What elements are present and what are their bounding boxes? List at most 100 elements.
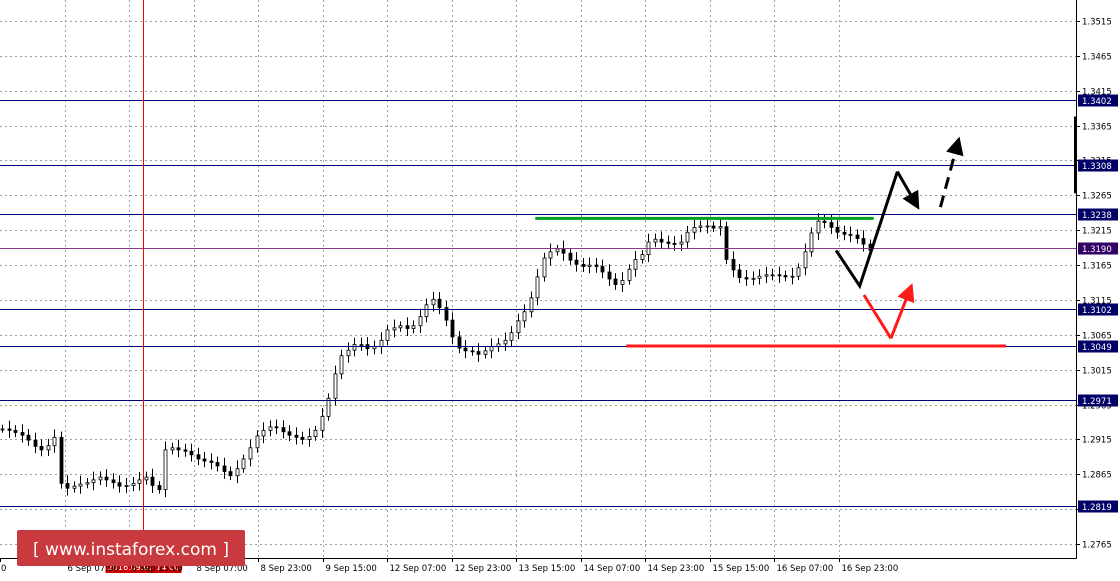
candle-body xyxy=(450,319,455,338)
candle-body xyxy=(137,479,142,484)
candle-body xyxy=(790,275,795,278)
y-tick-label: 1.2865 xyxy=(1082,471,1112,481)
y-tick-label: 1.3165 xyxy=(1082,262,1112,272)
candle-body xyxy=(65,482,70,489)
candles xyxy=(0,213,873,498)
candle-body xyxy=(835,226,840,233)
candle-body xyxy=(770,274,775,277)
candle-body xyxy=(744,277,749,280)
candle-body xyxy=(542,257,547,278)
candle-body xyxy=(418,316,423,327)
candle-body xyxy=(711,225,716,229)
price-label: 1.3238 xyxy=(1082,211,1112,221)
candle-body xyxy=(574,259,579,265)
price-axis: 1.27651.28151.28651.29151.29651.30151.30… xyxy=(1074,0,1112,559)
candle-body xyxy=(320,416,325,431)
candle-body xyxy=(196,454,201,460)
candle-body xyxy=(59,436,64,484)
candle-body xyxy=(411,325,416,329)
candle-body xyxy=(189,450,194,456)
candle-body xyxy=(228,471,233,477)
candle-body xyxy=(848,233,853,236)
x-tick-label: 12 Sep 07:00 xyxy=(390,564,447,574)
annotations xyxy=(535,136,1007,348)
candle-body xyxy=(783,275,788,278)
candle-body xyxy=(150,476,155,486)
candle-body xyxy=(52,436,57,447)
y-tick-label: 1.3465 xyxy=(1082,53,1112,63)
candle-body xyxy=(20,432,25,436)
price-label: 1.2819 xyxy=(1082,503,1112,513)
scenario-up-path xyxy=(834,171,899,290)
candle-body xyxy=(157,485,162,491)
candle-body xyxy=(587,264,592,267)
candle-body xyxy=(516,320,521,334)
x-tick-label: 13 Sep 15:00 xyxy=(519,564,576,574)
x-tick-label: 16 Sep 07:00 xyxy=(777,564,834,574)
x-tick-label: 0 xyxy=(1,564,6,574)
candle-body xyxy=(698,225,703,228)
candle-body xyxy=(78,483,83,487)
candle-body xyxy=(561,248,566,254)
candle-body xyxy=(594,264,599,267)
candle-body xyxy=(581,263,586,267)
candle-body xyxy=(144,476,149,481)
scenario-up-dashed-arrow xyxy=(938,136,964,208)
candle-body xyxy=(503,339,508,345)
candle-body xyxy=(7,428,12,431)
candle-body xyxy=(241,458,246,470)
crosshair: 2016.09.07 14:00 xyxy=(105,0,182,573)
price-label: 1.3402 xyxy=(1082,97,1112,107)
x-tick-label: 14 Sep 07:00 xyxy=(584,564,641,574)
candle-body xyxy=(679,241,684,245)
candle-body xyxy=(757,275,762,279)
y-tick-label: 1.3015 xyxy=(1082,367,1112,377)
candle-body xyxy=(287,431,292,436)
candle-body xyxy=(653,238,658,243)
candle-body xyxy=(672,243,677,245)
candle-body xyxy=(613,278,618,285)
candle-body xyxy=(822,220,827,223)
candle-body xyxy=(620,279,625,285)
candle-body xyxy=(718,226,723,229)
candle-body xyxy=(476,351,481,355)
candle-body xyxy=(548,251,553,259)
candle-body xyxy=(13,429,18,433)
candle-body xyxy=(555,248,560,253)
candle-body xyxy=(627,268,632,281)
price-chart[interactable]: 2016.09.07 14:00 1.27651.28151.28651.291… xyxy=(0,0,1120,581)
candle-body xyxy=(666,241,671,244)
candle-body xyxy=(281,427,286,433)
candle-body xyxy=(685,231,690,243)
price-label: 1.3049 xyxy=(1082,343,1112,353)
candle-body xyxy=(222,465,227,472)
candle-body xyxy=(796,267,801,277)
candle-body xyxy=(261,429,266,437)
candle-body xyxy=(568,252,573,261)
candle-body xyxy=(483,350,488,355)
watermark-text: [ www.instaforex.com ] xyxy=(33,540,229,560)
candle-body xyxy=(111,479,116,484)
candle-body xyxy=(352,344,357,351)
scenario-up-arrow xyxy=(896,170,920,210)
candle-body xyxy=(346,349,351,357)
candle-body xyxy=(398,325,403,329)
x-tick-label: 15 Sep 15:00 xyxy=(713,564,770,574)
candle-body xyxy=(640,254,645,260)
candle-body xyxy=(91,479,96,484)
x-tick-label: 12 Sep 23:00 xyxy=(455,564,512,574)
candle-body xyxy=(46,445,51,451)
candle-body xyxy=(307,436,312,440)
candle-body xyxy=(861,238,866,245)
candle-body xyxy=(463,347,468,352)
candle-body xyxy=(816,220,821,234)
candle-body xyxy=(235,468,240,477)
candle-body xyxy=(489,346,494,352)
candle-body xyxy=(731,259,736,271)
price-label: 1.3102 xyxy=(1082,306,1112,316)
candle-body xyxy=(33,439,38,447)
candle-body xyxy=(131,482,136,486)
candle-body xyxy=(385,329,390,341)
y-tick-label: 1.2915 xyxy=(1082,436,1112,446)
candle-body xyxy=(255,435,260,449)
